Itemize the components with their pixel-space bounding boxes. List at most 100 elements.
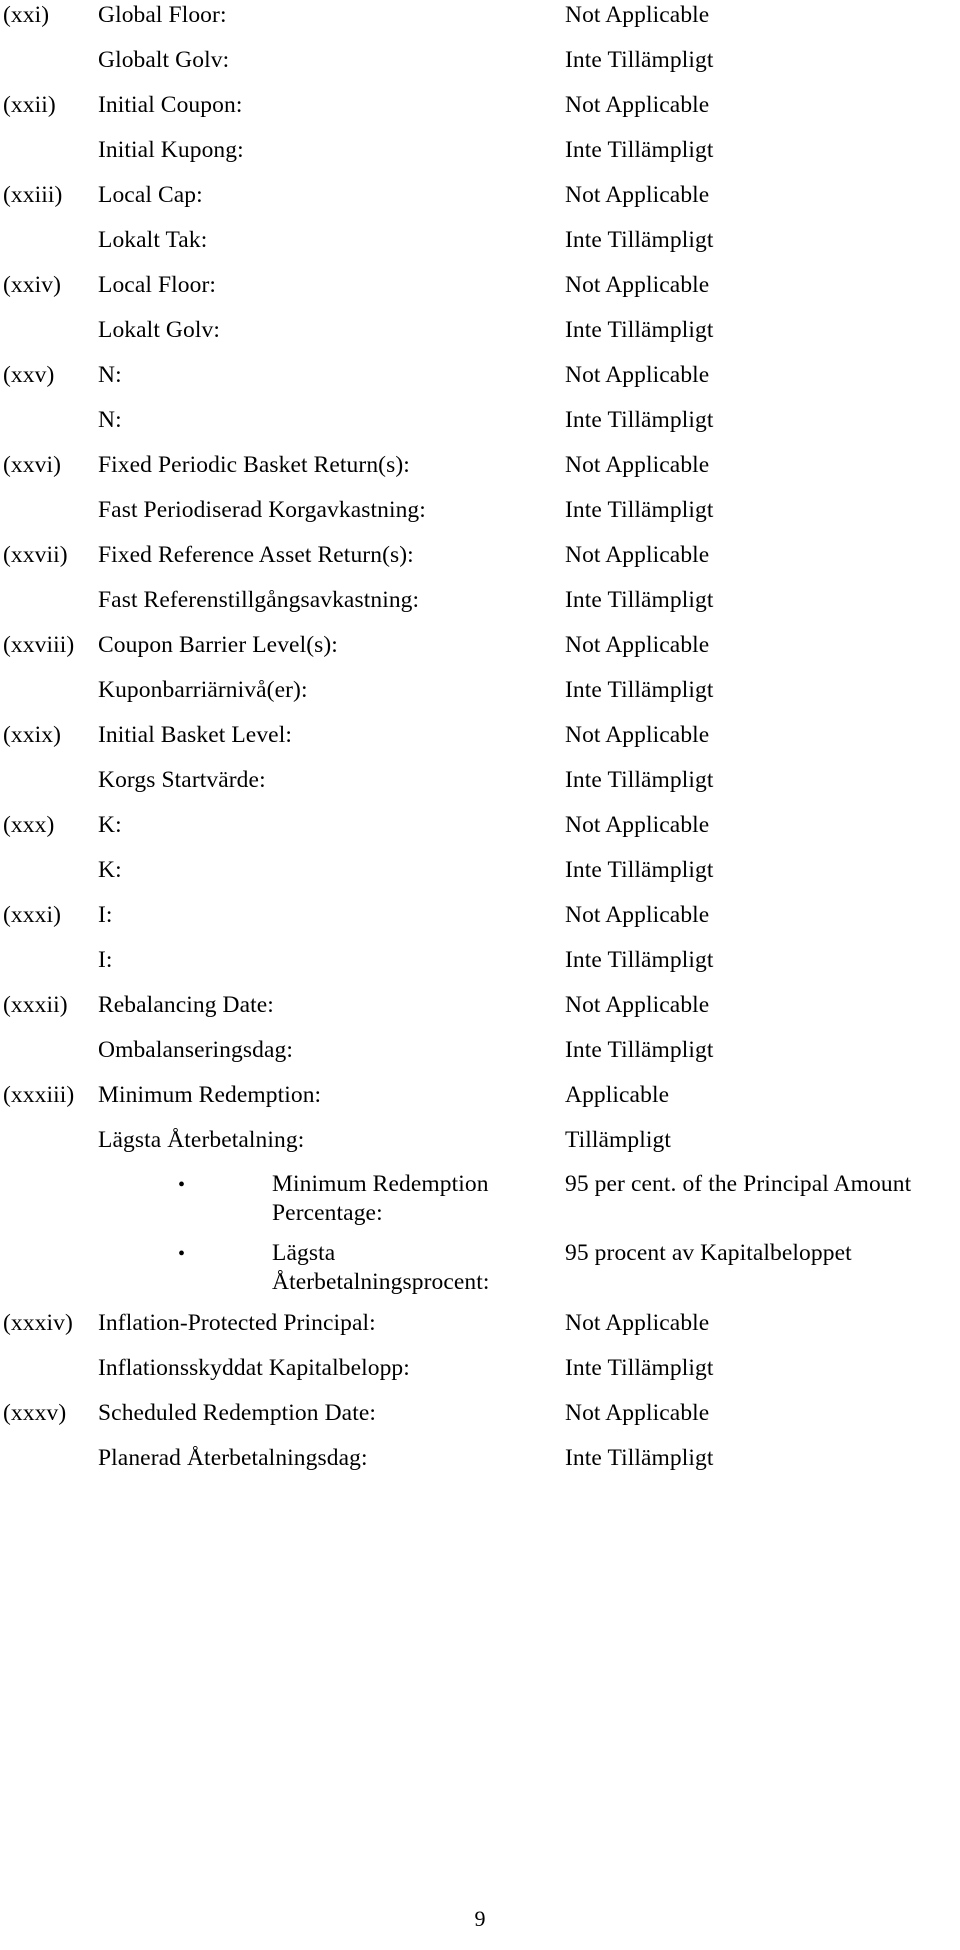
term-value: Inte Tillämpligt	[565, 1445, 714, 1471]
item-roman-numeral: (xxvi)	[3, 452, 62, 478]
term-value: Inte Tillämpligt	[565, 47, 714, 73]
term-label: Local Floor:	[98, 272, 217, 298]
term-label: Global Floor:	[98, 2, 227, 28]
term-label: Korgs Startvärde:	[98, 767, 266, 793]
term-label: Inflationsskyddat Kapitalbelopp:	[98, 1355, 410, 1381]
term-value: Inte Tillämpligt	[565, 497, 714, 523]
term-value: Inte Tillämpligt	[565, 1355, 714, 1381]
term-row: Lokalt Golv: Inte Tillämpligt	[0, 315, 960, 360]
term-row: (xxxiii) Minimum Redemption: Applicable	[0, 1080, 960, 1125]
term-row: Fast Periodiserad Korgavkastning: Inte Ti…	[0, 495, 960, 540]
item-roman-numeral: (xxii)	[3, 92, 56, 118]
term-row: (xxiv) Local Floor: Not Applicable	[0, 270, 960, 315]
sub-item-row: • Lägsta Återbetalningsprocent: 95 procent…	[0, 1239, 960, 1308]
term-value: Not Applicable	[565, 542, 710, 568]
term-row: K: Inte Tillämpligt	[0, 855, 960, 900]
term-label: Initial Coupon:	[98, 92, 243, 118]
bullet-icon: •	[178, 1174, 186, 1196]
item-roman-numeral: (xxv)	[3, 362, 55, 388]
term-value: Inte Tillämpligt	[565, 857, 714, 883]
term-row: (xxx) K: Not Applicable	[0, 810, 960, 855]
term-label: Fast Referenstillgångsavkastning:	[98, 587, 420, 613]
item-roman-numeral: (xxviii)	[3, 632, 75, 658]
term-row: Lokalt Tak: Inte Tillämpligt	[0, 225, 960, 270]
term-label: Kuponbarriärnivå(er):	[98, 677, 308, 703]
term-value: Not Applicable	[565, 632, 710, 658]
term-row: Fast Referenstillgångsavkastning: Inte Ti…	[0, 585, 960, 630]
item-roman-numeral: (xxxiii)	[3, 1082, 75, 1108]
item-roman-numeral: (xxxi)	[3, 902, 62, 928]
term-label: Fixed Reference Asset Return(s):	[98, 542, 414, 568]
term-label: Scheduled Redemption Date:	[98, 1400, 377, 1426]
term-label: Globalt Golv:	[98, 47, 230, 73]
term-value: Inte Tillämpligt	[565, 767, 714, 793]
term-value: Not Applicable	[565, 812, 710, 838]
term-row: (xxviii) Coupon Barrier Level(s): Not Appl…	[0, 630, 960, 675]
term-label: Local Cap:	[98, 182, 203, 208]
term-label: K:	[98, 812, 122, 838]
term-value: Not Applicable	[565, 362, 710, 388]
term-row: Initial Kupong: Inte Tillämpligt	[0, 135, 960, 180]
term-label: Lokalt Golv:	[98, 317, 220, 343]
term-value: Inte Tillämpligt	[565, 677, 714, 703]
term-value: Tillämpligt	[565, 1127, 672, 1153]
item-roman-numeral: (xxix)	[3, 722, 62, 748]
term-row: (xxii) Initial Coupon: Not Applicable	[0, 90, 960, 135]
item-roman-numeral: (xxiv)	[3, 272, 62, 298]
term-row: (xxxi) I: Not Applicable	[0, 900, 960, 945]
term-value: Inte Tillämpligt	[565, 1037, 714, 1063]
item-roman-numeral: (xxxv)	[3, 1400, 67, 1426]
term-value: 95 per cent. of the Principal Amount	[565, 1171, 912, 1197]
term-label: Initial Basket Level:	[98, 722, 292, 748]
term-value: 95 procent av Kapitalbeloppet	[565, 1240, 852, 1266]
term-label: K:	[98, 857, 122, 883]
term-row: Lägsta Återbetalning: Tillämpligt	[0, 1125, 960, 1170]
term-row: (xxix) Initial Basket Level: Not Applicabl…	[0, 720, 960, 765]
term-value: Inte Tillämpligt	[565, 947, 714, 973]
item-roman-numeral: (xxi)	[3, 2, 50, 28]
term-label: Fast Periodiserad Korgavkastning:	[98, 497, 426, 523]
item-roman-numeral: (xxiii)	[3, 182, 63, 208]
page-number: 9	[474, 1906, 486, 1931]
term-row: (xxi) Global Floor: Not Applicable	[0, 0, 960, 45]
term-label: N:	[98, 407, 122, 433]
sub-item-row: • Minimum Redemption Percentage: 95 per ce…	[0, 1170, 960, 1239]
term-row: (xxv) N: Not Applicable	[0, 360, 960, 405]
term-label: Lägsta Återbetalning:	[98, 1127, 305, 1153]
term-row: (xxvii) Fixed Reference Asset Return(s): N…	[0, 540, 960, 585]
term-value: Inte Tillämpligt	[565, 227, 714, 253]
term-label: Lägsta Återbetalningsprocent:	[272, 1240, 490, 1295]
term-label: N:	[98, 362, 122, 388]
term-row: (xxvi) Fixed Periodic Basket Return(s): No…	[0, 450, 960, 495]
term-row: (xxiii) Local Cap: Not Applicable	[0, 180, 960, 225]
term-label: Lokalt Tak:	[98, 227, 208, 253]
term-row: (xxxii) Rebalancing Date: Not Applicable	[0, 990, 960, 1035]
term-value: Inte Tillämpligt	[565, 587, 714, 613]
term-value: Not Applicable	[565, 182, 710, 208]
term-row: (xxxiv) Inflation-Protected Principal: Not…	[0, 1308, 960, 1353]
term-label: Fixed Periodic Basket Return(s):	[98, 452, 410, 478]
term-row: Ombalanseringsdag: Inte Tillämpligt	[0, 1035, 960, 1080]
term-label: Planerad Återbetalningsdag:	[98, 1445, 368, 1471]
term-value: Not Applicable	[565, 1400, 710, 1426]
term-label: Inflation-Protected Principal:	[98, 1310, 376, 1336]
term-label: Rebalancing Date:	[98, 992, 274, 1018]
term-label: Minimum Redemption Percentage:	[272, 1171, 489, 1226]
term-value: Not Applicable	[565, 272, 710, 298]
term-row: (xxxv) Scheduled Redemption Date: Not Appl…	[0, 1398, 960, 1443]
term-row: Globalt Golv: Inte Tillämpligt	[0, 45, 960, 90]
terms-list: (xxi) Global Floor: Not Applicable Globalt …	[0, 0, 960, 1488]
item-roman-numeral: (xxxii)	[3, 992, 68, 1018]
term-value: Not Applicable	[565, 2, 710, 28]
term-row: Kuponbarriärnivå(er): Inte Tillämpligt	[0, 675, 960, 720]
term-value: Applicable	[565, 1082, 670, 1108]
term-value: Inte Tillämpligt	[565, 317, 714, 343]
term-row: Inflationsskyddat Kapitalbelopp: Inte Til…	[0, 1353, 960, 1398]
term-label: Coupon Barrier Level(s):	[98, 632, 338, 658]
term-value: Inte Tillämpligt	[565, 407, 714, 433]
item-roman-numeral: (xxx)	[3, 812, 55, 838]
term-label: I:	[98, 947, 113, 973]
term-label: Ombalanseringsdag:	[98, 1037, 293, 1063]
term-row: Korgs Startvärde: Inte Tillämpligt	[0, 765, 960, 810]
term-value: Not Applicable	[565, 902, 710, 928]
